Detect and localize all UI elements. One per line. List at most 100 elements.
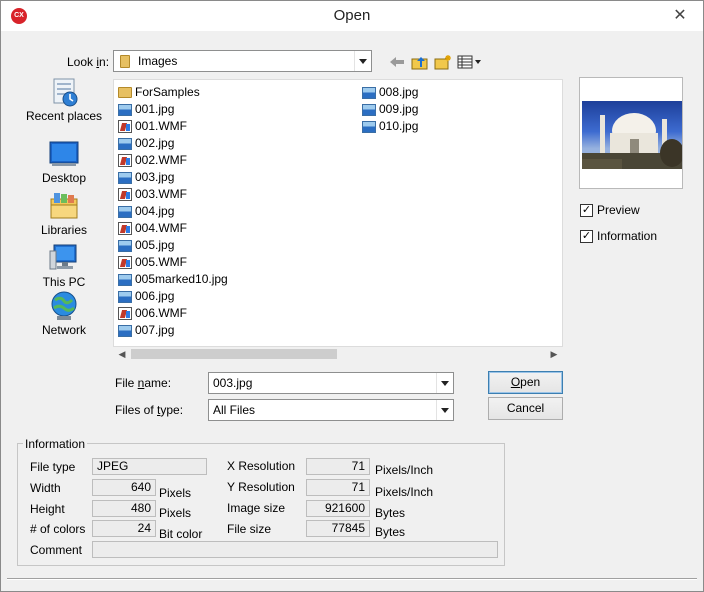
place-libraries[interactable]: Libraries [23,191,105,237]
file-name-input[interactable]: 003.jpg [213,376,252,390]
taj-mahal-thumbnail [582,113,682,169]
image-file-icon [118,137,132,150]
scrollbar-thumb[interactable] [131,349,337,359]
up-folder-button[interactable] [409,53,431,71]
chevron-down-icon [441,407,449,413]
network-icon [48,291,80,321]
preview-checkbox[interactable]: ✓ [580,204,593,217]
file-name: 008.jpg [379,85,419,99]
files-of-type-label: Files of type: [115,403,183,417]
look-in-label: Look in: [67,55,109,69]
file-name: 002.jpg [135,136,175,150]
file-item[interactable]: 005.jpg [118,237,174,254]
colors-unit: Bit color [159,527,203,541]
open-button-mnemonic: O [510,375,521,389]
image-size-value: 921600 [306,500,370,517]
file-name-label: File name: [115,376,171,390]
chevron-down-icon [359,58,367,64]
image-file-icon [118,239,132,252]
folder-icon [118,87,132,99]
open-dialog: CX Open ✕ Look in: Images Recent places [0,0,704,592]
information-group-label: Information [23,437,88,451]
title-bar: CX Open ✕ [1,1,703,31]
file-item[interactable]: 010.jpg [362,118,418,135]
file-item[interactable]: 001.WMF [118,118,187,135]
height-unit: Pixels [159,506,192,520]
file-item[interactable]: 007.jpg [118,322,174,339]
files-of-type-combo[interactable]: All Files [208,399,454,421]
file-list[interactable]: ForSamples 001.jpg 001.WMF 002.jpg 002.WMF 00… [113,79,563,347]
bottom-divider [7,578,697,580]
file-item[interactable]: 006.WMF [118,305,187,322]
close-icon[interactable]: ✕ [669,7,691,25]
file-item[interactable]: 005.WMF [118,254,187,271]
desktop-icon [48,139,80,169]
place-recent-places[interactable]: Recent places [23,77,105,123]
file-item[interactable]: 002.WMF [118,152,187,169]
look-in-label-text2: n: [99,55,110,69]
back-button[interactable] [387,53,407,71]
height-label: Height [30,502,65,516]
file-name: 005.WMF [135,255,188,269]
chevron-down-icon [441,380,449,386]
preview-image [582,101,682,169]
checkmark-icon: ✓ [581,230,592,242]
place-network[interactable]: Network [23,291,105,337]
open-button-label: pen [520,375,541,389]
file-name-label-text2: ame: [144,376,172,390]
folder-item[interactable]: ForSamples [118,84,200,101]
information-checkbox[interactable]: ✓ [580,230,593,243]
image-file-icon [118,273,132,286]
file-size-unit: Bytes [375,525,406,539]
horizontal-scrollbar[interactable]: ◀ ▶ [113,347,563,361]
x-resolution-label: X Resolution [227,459,296,473]
scroll-left-icon[interactable]: ◀ [115,347,129,361]
cancel-button[interactable]: Cancel [488,397,563,420]
file-item[interactable]: 001.jpg [118,101,174,118]
wmf-file-icon [118,222,132,236]
file-size-label: File size [227,522,272,536]
y-resolution-value: 71 [306,479,370,496]
files-of-type-dropdown-button[interactable] [436,400,453,420]
view-menu-icon [457,55,481,69]
open-button[interactable]: Open [488,371,563,394]
place-label: Recent places [25,109,103,123]
new-folder-button[interactable] [432,53,454,71]
file-name: 004.WMF [135,221,188,235]
look-in-dropdown-button[interactable] [354,51,371,71]
place-label: Network [41,323,86,337]
image-file-icon [362,86,376,99]
file-type-value: JPEG [92,458,207,475]
file-name: 005.jpg [135,238,175,252]
file-item[interactable]: 002.jpg [118,135,174,152]
file-item[interactable]: 008.jpg [362,84,418,101]
file-name-combo[interactable]: 003.jpg [208,372,454,394]
file-name: 006.jpg [135,289,175,303]
file-name-dropdown-button[interactable] [436,373,453,393]
view-menu-button[interactable] [456,53,484,71]
image-file-icon [118,171,132,184]
colors-label: # of colors [30,522,86,536]
look-in-combo[interactable]: Images [113,50,372,72]
file-name: 001.WMF [135,119,188,133]
files-of-type-value: All Files [213,403,256,417]
file-size-value: 77845 [306,520,370,537]
place-this-pc[interactable]: This PC [23,243,105,289]
place-desktop[interactable]: Desktop [23,139,105,185]
dialog-title: Open [333,7,371,24]
file-item[interactable]: 004.jpg [118,203,174,220]
file-item[interactable]: 005marked10.jpg [118,271,228,288]
file-item[interactable]: 004.WMF [118,220,187,237]
file-item[interactable]: 009.jpg [362,101,418,118]
file-name: ForSamples [135,85,200,99]
wmf-file-icon [118,120,132,134]
scroll-right-icon[interactable]: ▶ [547,347,561,361]
file-item[interactable]: 006.jpg [118,288,174,305]
height-value: 480 [92,500,156,517]
file-name: 006.WMF [135,306,188,320]
wmf-file-icon [118,188,132,202]
file-item[interactable]: 003.jpg [118,169,174,186]
image-file-icon [362,103,376,116]
files-of-type-label-text: Files of [115,403,158,417]
file-item[interactable]: 003.WMF [118,186,187,203]
